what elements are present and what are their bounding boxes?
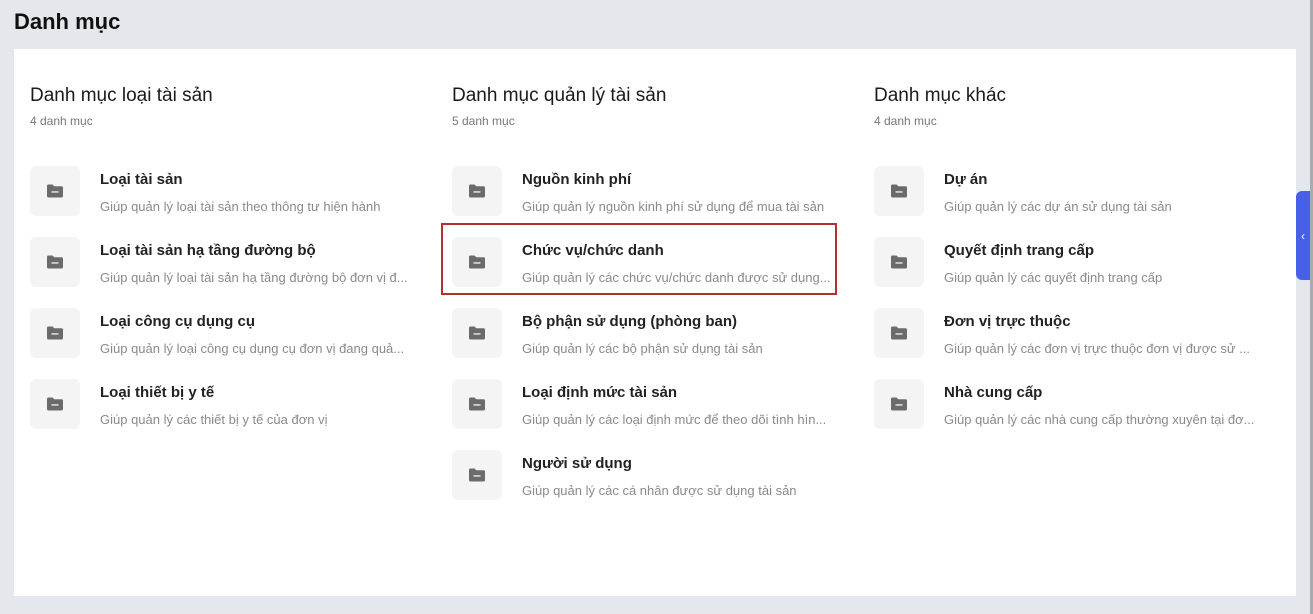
item-description: Giúp quản lý các dự án sử dụng tài sản (944, 199, 1172, 214)
item-title: Người sử dụng (522, 455, 632, 472)
item-title: Dự án (944, 171, 988, 188)
item-description: Giúp quản lý loại công cụ dụng cụ đơn vị… (100, 341, 405, 356)
category-item[interactable]: Người sử dụng Giúp quản lý các cá nhân đ… (452, 450, 842, 502)
highlight-box (441, 223, 837, 295)
column-title: Danh mục loại tài sản (30, 85, 213, 106)
item-title: Loại công cụ dụng cụ (100, 313, 255, 330)
item-title: Nguồn kinh phí (522, 171, 632, 188)
category-item[interactable]: Loại thiết bị y tế Giúp quản lý các thiế… (30, 379, 420, 431)
page-title: Danh mục (14, 9, 121, 34)
item-title: Loại tài sản hạ tầng đường bộ (100, 242, 316, 259)
item-description: Giúp quản lý các cá nhân được sử dụng tà… (522, 483, 797, 498)
item-title: Loại thiết bị y tế (100, 384, 215, 401)
item-description: Giúp quản lý loại tài sản theo thông tư … (100, 199, 381, 214)
column-count: 4 danh mục (30, 114, 93, 128)
column-title: Danh mục khác (874, 85, 1007, 106)
folder-icon (452, 166, 502, 216)
folder-icon (30, 237, 80, 287)
folder-icon (874, 237, 924, 287)
folder-icon (452, 308, 502, 358)
column-count: 5 danh mục (452, 114, 515, 128)
category-item[interactable]: Loại định mức tài sản Giúp quản lý các l… (452, 379, 842, 431)
item-title: Bộ phận sử dụng (phòng ban) (522, 313, 737, 330)
category-item[interactable]: Dự án Giúp quản lý các dự án sử dụng tài… (874, 166, 1264, 218)
category-item[interactable]: Loại tài sản hạ tầng đường bộ Giúp quản … (30, 237, 420, 289)
item-title: Loại tài sản (100, 171, 183, 188)
item-description: Giúp quản lý nguồn kinh phí sử dụng để m… (522, 199, 825, 214)
chevron-left-icon: ‹ (1301, 228, 1305, 243)
item-description: Giúp quản lý các đơn vị trực thuộc đơn v… (944, 341, 1251, 356)
item-title: Nhà cung cấp (944, 384, 1043, 401)
folder-icon (874, 166, 924, 216)
category-item[interactable]: Loại công cụ dụng cụ Giúp quản lý loại c… (30, 308, 420, 360)
folder-icon (874, 379, 924, 429)
category-item[interactable]: Loại tài sản Giúp quản lý loại tài sản t… (30, 166, 420, 218)
column-count: 4 danh mục (874, 114, 937, 128)
item-title: Quyết định trang cấp (944, 242, 1095, 259)
item-title: Loại định mức tài sản (522, 384, 678, 401)
item-description: Giúp quản lý các bộ phận sử dụng tài sản (522, 341, 763, 356)
item-description: Giúp quản lý các thiết bị y tế của đơn v… (100, 412, 328, 427)
category-item[interactable]: Nguồn kinh phí Giúp quản lý nguồn kinh p… (452, 166, 842, 218)
side-panel-toggle[interactable]: ‹ (1296, 191, 1310, 280)
folder-icon (452, 379, 502, 429)
folder-icon (874, 308, 924, 358)
item-description: Giúp quản lý loại tài sản hạ tầng đường … (100, 270, 408, 285)
item-description: Giúp quản lý các nhà cung cấp thường xuy… (944, 412, 1255, 427)
category-item[interactable]: Nhà cung cấp Giúp quản lý các nhà cung c… (874, 379, 1264, 431)
folder-icon (30, 308, 80, 358)
folder-icon (30, 379, 80, 429)
catalog-card: Danh mục loại tài sản 4 danh mục Loại tà… (14, 49, 1296, 596)
category-item[interactable]: Bộ phận sử dụng (phòng ban) Giúp quản lý… (452, 308, 842, 360)
item-description: Giúp quản lý các loại định mức để theo d… (522, 412, 827, 427)
folder-icon (452, 450, 502, 500)
column-title: Danh mục quản lý tài sản (452, 85, 667, 106)
category-item[interactable]: Quyết định trang cấp Giúp quản lý các qu… (874, 237, 1264, 289)
item-description: Giúp quản lý các quyết định trang cấp (944, 270, 1163, 285)
folder-icon (30, 166, 80, 216)
item-title: Đơn vị trực thuộc (944, 313, 1071, 330)
category-item[interactable]: Đơn vị trực thuộc Giúp quản lý các đơn v… (874, 308, 1264, 360)
